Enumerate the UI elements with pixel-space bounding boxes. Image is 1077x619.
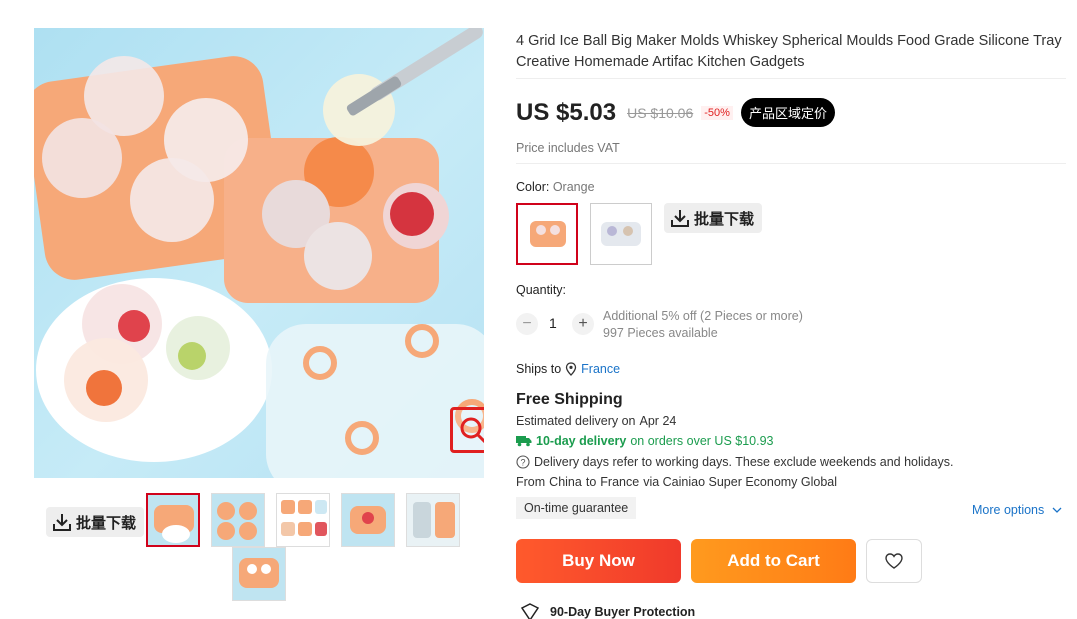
estimated-delivery-label: Estimated delivery on [516, 414, 636, 428]
fast-delivery-condition: on orders over US $10.93 [630, 434, 774, 448]
download-icon [671, 210, 689, 227]
thumbnail-4[interactable] [341, 493, 395, 547]
vat-note: Price includes VAT [516, 141, 620, 155]
product-photo-illustration [34, 28, 484, 478]
quantity-discount-note: Additional 5% off (2 Pieces or more) [603, 309, 803, 323]
region-price-badge[interactable]: 产品区域定价 [740, 98, 835, 127]
shield-check-icon [520, 603, 540, 619]
quantity-increase-button[interactable]: + [572, 313, 594, 335]
ships-to-country[interactable]: France [581, 362, 620, 376]
estimated-delivery: Estimated delivery on Apr 24 [516, 414, 676, 428]
thumbnail-6[interactable] [232, 547, 286, 601]
working-days-text: Delivery days refer to working days. The… [534, 455, 954, 469]
price-divider [516, 163, 1066, 164]
thumbnail-5[interactable] [406, 493, 460, 547]
quantity-info: Additional 5% off (2 Pieces or more) 997… [603, 308, 803, 342]
thumbnail-1[interactable] [146, 493, 200, 547]
thumbnail-3[interactable] [276, 493, 330, 547]
batch-download-label: 批量下载 [76, 514, 137, 532]
more-shipping-options-link[interactable]: More options [972, 503, 1062, 517]
svg-text:?: ? [520, 457, 525, 467]
quantity-value[interactable]: 1 [549, 315, 557, 331]
heart-icon [885, 553, 903, 569]
zoom-magnifier-icon[interactable] [450, 407, 484, 453]
quantity-available: 997 Pieces available [603, 326, 718, 340]
on-time-guarantee-badge: On-time guarantee [516, 497, 637, 519]
batch-download-button[interactable]: 批量下载 [46, 507, 145, 537]
quantity-label: Quantity: [516, 283, 567, 297]
route-from-country: China [549, 475, 582, 489]
color-batch-download-button[interactable]: 批量下载 [664, 203, 763, 233]
color-swatch-orange[interactable] [516, 203, 578, 265]
color-label: Color: [516, 180, 550, 194]
fast-delivery: 10-day delivery on orders over US $10.93 [516, 434, 773, 448]
title-divider [516, 78, 1066, 79]
product-title: 4 Grid Ice Ball Big Maker Molds Whiskey … [516, 33, 1062, 70]
help-icon[interactable]: ? [516, 455, 530, 469]
buyer-protection[interactable]: 90-Day Buyer Protection [520, 603, 695, 619]
route-to-country: France [600, 475, 640, 489]
truck-icon [516, 436, 532, 447]
price-row: US $5.03 US $10.06 -50% 产品区域定价 [516, 98, 835, 127]
buyer-protection-label: 90-Day Buyer Protection [550, 605, 696, 619]
free-shipping-heading: Free Shipping [516, 391, 623, 408]
estimated-delivery-date: Apr 24 [639, 414, 677, 428]
discount-badge: -50% [701, 105, 733, 120]
working-days-note: ? Delivery days refer to working days. T… [516, 455, 953, 469]
add-to-cart-button[interactable]: Add to Cart [691, 539, 856, 583]
route-from-label: From [516, 475, 546, 489]
color-swatch-clear[interactable] [590, 203, 652, 265]
location-pin-icon [566, 362, 577, 376]
chevron-down-icon [1052, 507, 1062, 513]
fast-delivery-label: 10-day delivery [536, 434, 627, 448]
wishlist-button[interactable] [866, 539, 922, 583]
more-options-label: More options [972, 503, 1045, 517]
main-product-image[interactable] [34, 28, 484, 478]
download-icon [53, 514, 71, 531]
ships-to-row: Ships to France [516, 362, 620, 376]
route-carrier: via Cainiao Super Economy Global [643, 475, 838, 489]
color-selected-value: Orange [552, 180, 595, 194]
ships-to-label: Ships to [516, 362, 562, 376]
thumbnail-2[interactable] [211, 493, 265, 547]
route-to-label: to [585, 475, 597, 489]
color-label-row: Color: Orange [516, 180, 595, 194]
quantity-decrease-button[interactable]: − [516, 313, 538, 335]
original-price: US $10.06 [627, 104, 694, 121]
current-price: US $5.03 [516, 98, 617, 126]
shipping-route: From China to France via Cainiao Super E… [516, 475, 837, 489]
color-batch-download-label: 批量下载 [694, 210, 755, 228]
buy-now-button[interactable]: Buy Now [516, 539, 681, 583]
